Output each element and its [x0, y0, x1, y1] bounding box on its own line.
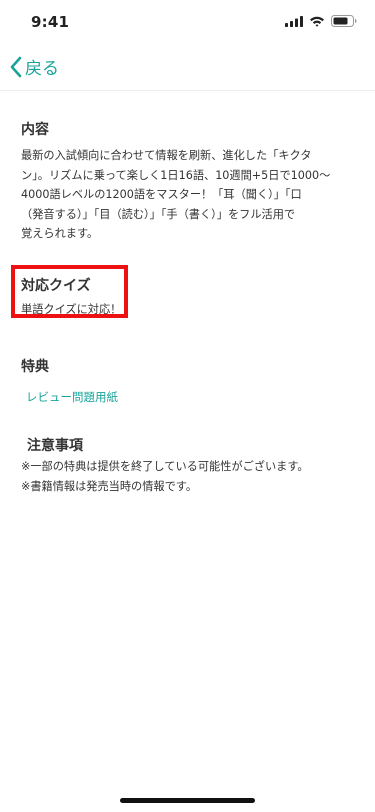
back-button[interactable]: 戻る	[9, 54, 59, 79]
content-line: ン」。リズムに乗って楽しく1日16語、10週間+5日で1000〜	[21, 168, 331, 182]
highlight-box	[11, 265, 128, 318]
notes-title: 注意事項	[27, 438, 83, 454]
battery-icon	[331, 15, 357, 27]
content-section: 内容 最新の入試傾向に合わせて情報を刷新、進化した「キクタ ン」。リズムに乗って…	[21, 119, 355, 244]
content-description: 最新の入試傾向に合わせて情報を刷新、進化した「キクタ ン」。リズムに乗って楽しく…	[21, 146, 355, 244]
status-time: 9:41	[31, 13, 70, 31]
back-label: 戻る	[25, 59, 59, 79]
bonus-section: 特典 レビュー問題用紙	[21, 356, 355, 405]
content-line: 覚えられます。	[21, 227, 99, 240]
status-bar: 9:41	[0, 0, 375, 44]
content-line: （発音する）」「目（読む）」「手（書く）」をフル活用で	[21, 207, 296, 221]
bonus-link-review-sheet[interactable]: レビュー問題用紙	[26, 389, 118, 405]
notes-body: ※一部の特典は提供を終了している可能性がございます。 ※書籍情報は発売当時の情報…	[21, 457, 355, 496]
chevron-left-icon	[10, 56, 22, 77]
cellular-signal-icon	[285, 15, 303, 27]
notes-line: ※書籍情報は発売当時の情報です。	[21, 479, 198, 493]
home-indicator[interactable]	[120, 798, 255, 803]
content-line: 最新の入試傾向に合わせて情報を刷新、進化した「キクタ	[21, 149, 312, 162]
content-title: 内容	[21, 122, 49, 138]
content-line: 4000語レベルの1200語をマスター！「耳（聞く）」「口	[21, 188, 302, 201]
bonus-title: 特典	[21, 359, 49, 375]
notes-line: ※一部の特典は提供を終了している可能性がございます。	[21, 460, 309, 473]
status-icons	[285, 15, 357, 27]
notes-section: 注意事項 ※一部の特典は提供を終了している可能性がございます。 ※書籍情報は発売…	[21, 435, 355, 496]
wifi-icon	[310, 16, 324, 27]
nav-bar: 戻る	[0, 44, 375, 91]
